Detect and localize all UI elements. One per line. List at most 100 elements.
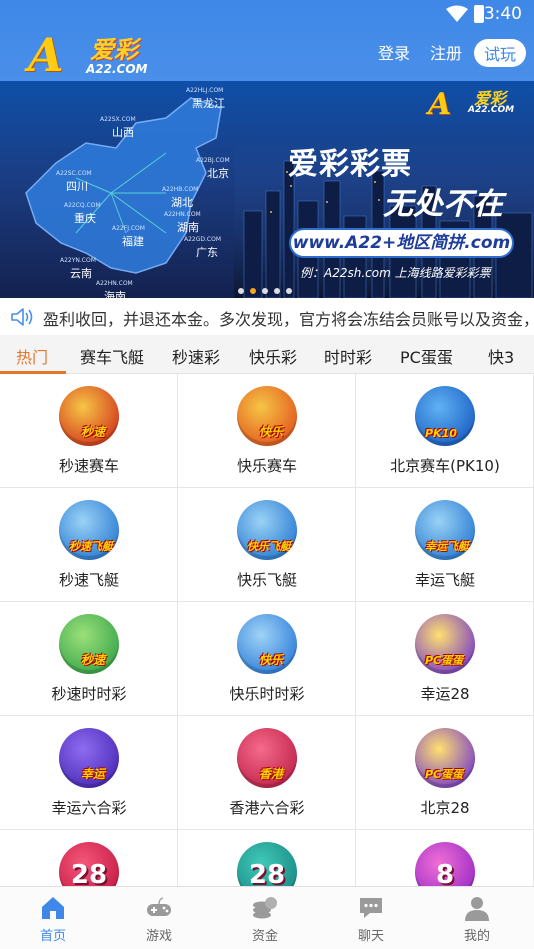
map-label-chongqing: 重庆 [74,212,96,225]
tab-racing-boat[interactable]: 赛车飞艇 [80,344,144,368]
game-icon-tag: 幸运 [81,767,106,781]
nav-games[interactable]: 游戏 [106,887,212,949]
game-tile[interactable]: 8 [356,830,534,886]
game-tile[interactable]: 28 [178,830,356,886]
game-label: 幸运28 [420,685,470,703]
carousel-dot[interactable] [250,288,256,294]
game-tile[interactable]: 秒速 秒速时时彩 [0,602,178,716]
game-label: 快乐时时彩 [229,685,305,703]
logo-cn: 爱彩 [90,36,138,64]
game-label: 秒速时时彩 [51,685,127,703]
map-label-sichuan: 四川 [66,180,88,193]
top-bar: 3:40 A 爱彩 A22.COM 登录 注册 试玩 [0,0,534,82]
clock-coins-icon: 秒速 [59,614,119,674]
game-icon-tag: 香港 [259,767,284,781]
map-label-heilongjiang: 黑龙江 [192,97,225,110]
game-label: 秒速赛车 [58,457,119,475]
clock-coins-icon: 快乐 [237,614,297,674]
number-28-icon: 28 [59,842,119,886]
map-domain-fujian: A22FJ.COM [112,225,145,232]
map-domain-guangdong: A22GD.COM [184,236,222,243]
six-mark-icon: 香港 [237,728,297,788]
number-28-icon: 28 [237,842,297,886]
nav-mine[interactable]: 我的 [424,887,530,949]
map-label-fujian: 福建 [122,235,144,248]
carousel-dot[interactable] [238,288,244,294]
game-label: 快乐赛车 [236,457,297,475]
tab-hot[interactable]: 热门 [16,344,48,368]
status-time: 3:40 [483,4,522,24]
game-tile[interactable]: 快乐飞艇 快乐飞艇 [178,488,356,602]
tab-seconds[interactable]: 秒速彩 [172,344,220,368]
game-icon-tag: 28 [248,860,286,886]
game-icon-tag: 秒速 [81,425,106,439]
game-label: 快乐飞艇 [236,571,297,589]
game-tile[interactable]: 香港香港六合彩 [178,716,356,830]
map-domain-hubei: A22HB.COM [162,186,199,193]
pc-egg-icon: PC蛋蛋 [415,614,475,674]
bottom-nav: 首页 游戏 资金 聊天 我的 [0,886,534,949]
race-car-icon: 快乐 [237,386,297,446]
number-8-icon: 8 [415,842,475,886]
status-bar: 3:40 [0,0,534,28]
game-icon-tag: 秒速飞艇 [69,540,113,553]
carousel-dot[interactable] [286,288,292,294]
gamepad-icon [147,897,171,916]
banner-subtitle: 无处不在 [383,187,503,222]
nav-funds[interactable]: 资金 [212,887,318,949]
map-domain-hainan: A22HN.COM [96,280,133,287]
game-label: 北京28 [420,799,470,817]
map-label-hainan: 海南 [104,290,126,298]
notice-text: 盈利收回，并退还本金。多次发现，官方将会冻结会员账号以及资金， [43,310,534,329]
tab-pc-egg[interactable]: PC蛋蛋 [400,344,453,368]
map-domain-sichuan: A22SC.COM [56,170,92,177]
map-label-shanxi: 山西 [112,126,134,139]
banner-example: 例：A22sh.com 上海线路爱彩彩票 [300,266,491,280]
nav-chat[interactable]: 聊天 [318,887,424,949]
register-button[interactable]: 注册 [430,40,462,64]
game-tile[interactable]: PC蛋蛋幸运28 [356,602,534,716]
game-tile[interactable]: 幸运飞艇 幸运飞艇 [356,488,534,602]
banner-title: 爱彩彩票 [288,147,412,182]
game-label: 幸运六合彩 [51,799,127,817]
app-logo[interactable]: A 爱彩 A22.COM [28,28,158,82]
game-tile[interactable]: PC蛋蛋北京28 [356,716,534,830]
map-label-yunnan: 云南 [70,267,92,280]
notice-marquee[interactable]: 盈利收回，并退还本金。多次发现，官方将会冻结会员账号以及资金， [0,298,534,335]
game-tile[interactable]: 秒速飞艇 秒速飞艇 [0,488,178,602]
carousel-indicator [238,279,298,294]
login-button[interactable]: 登录 [378,40,410,64]
game-label: 香港六合彩 [229,799,305,817]
game-tile[interactable]: 28 [0,830,178,886]
tab-kuai3[interactable]: 快3 [488,344,514,368]
banner-logo-domain: A22.COM [468,105,515,115]
game-tile[interactable]: PK10 北京赛车(PK10) [356,374,534,488]
nav-home[interactable]: 首页 [0,887,106,949]
game-icon-tag: 幸运飞艇 [425,540,469,553]
game-icon-tag: 快乐飞艇 [247,540,291,553]
map-domain-chongqing: A22CQ.COM [64,202,101,209]
carousel-dot[interactable] [274,288,280,294]
game-tile[interactable]: 秒速秒速赛车 [0,374,178,488]
map-label-guangdong: 广东 [196,246,218,259]
banner-logo-mark: A [428,87,452,122]
map-label-hubei: 湖北 [171,196,193,209]
pc-egg-icon: PC蛋蛋 [415,728,475,788]
tab-happy[interactable]: 快乐彩 [249,344,297,368]
game-tile[interactable]: 快乐 快乐赛车 [178,374,356,488]
tab-shishicai[interactable]: 时时彩 [324,344,372,368]
user-icon [465,897,489,921]
race-car-icon: 秒速 [59,386,119,446]
trial-button[interactable]: 试玩 [474,39,527,67]
game-icon-tag: PC蛋蛋 [425,768,464,781]
coins-icon [253,897,277,919]
game-icon-tag: 快乐 [259,653,284,667]
carousel-dot[interactable] [262,288,268,294]
map-label-beijing: 北京 [207,167,229,180]
nav-label: 聊天 [357,929,384,944]
promo-banner[interactable]: 黑龙江 A22HLJ.COM 山西 A22SX.COM 北京 A22BJ.COM… [0,81,534,298]
map-domain-shanxi: A22SX.COM [100,116,136,123]
game-tile[interactable]: 幸运幸运六合彩 [0,716,178,830]
sports-car-icon: PK10 [415,386,475,446]
game-tile[interactable]: 快乐快乐时时彩 [178,602,356,716]
